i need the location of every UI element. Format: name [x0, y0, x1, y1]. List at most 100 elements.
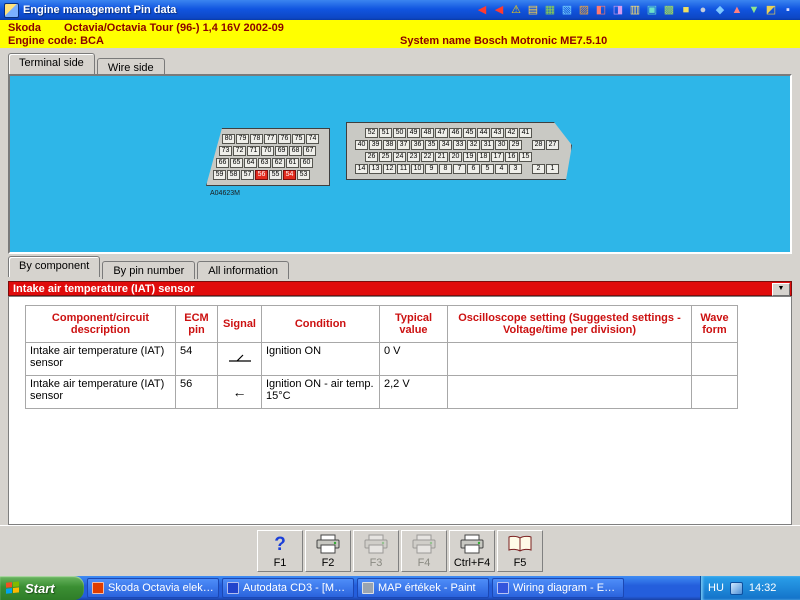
pin-21[interactable]: 21	[435, 152, 448, 162]
pin-60[interactable]: 60	[300, 158, 313, 168]
pin-6[interactable]: 6	[467, 164, 480, 174]
pin-67[interactable]: 67	[303, 146, 316, 156]
fn-help-button[interactable]: ? F1	[257, 530, 303, 572]
taskbar-item[interactable]: Skoda Octavia elektr...	[87, 578, 219, 598]
pin-50[interactable]: 50	[393, 128, 406, 138]
tab-by-pin-number[interactable]: By pin number	[102, 261, 196, 279]
component-location-icon[interactable]: ▨	[576, 3, 592, 17]
pin-75[interactable]: 75	[292, 134, 305, 144]
pin-12[interactable]: 12	[383, 164, 396, 174]
pin-5[interactable]: 5	[481, 164, 494, 174]
repair-times-icon[interactable]: ▥	[627, 3, 643, 17]
pin-49[interactable]: 49	[407, 128, 420, 138]
pin-62[interactable]: 62	[272, 158, 285, 168]
pin-78[interactable]: 78	[250, 134, 263, 144]
pin-56[interactable]: 56	[255, 170, 268, 180]
lubricants-icon[interactable]: ■	[678, 3, 694, 17]
pin-44[interactable]: 44	[477, 128, 490, 138]
taskbar-item[interactable]: Wiring diagram - Engi...	[492, 578, 624, 598]
pin-28[interactable]: 28	[532, 140, 545, 150]
technical-specs-icon[interactable]: ▦	[542, 3, 558, 17]
start-button[interactable]: Start	[0, 576, 84, 600]
pin-2[interactable]: 2	[532, 164, 545, 174]
tyres-icon[interactable]: ●	[695, 3, 711, 17]
tab-all-information[interactable]: All information	[197, 261, 289, 279]
pin-14[interactable]: 14	[355, 164, 368, 174]
tab-terminal-side[interactable]: Terminal side	[8, 53, 95, 74]
pin-54[interactable]: 54	[283, 170, 296, 180]
nav-back-icon[interactable]: ◀	[474, 3, 490, 17]
pin-11[interactable]: 11	[397, 164, 410, 174]
pin-68[interactable]: 68	[289, 146, 302, 156]
pin-51[interactable]: 51	[379, 128, 392, 138]
pin-42[interactable]: 42	[505, 128, 518, 138]
service-schedules-icon[interactable]: ◨	[610, 3, 626, 17]
pin-39[interactable]: 39	[369, 140, 382, 150]
pin-18[interactable]: 18	[477, 152, 490, 162]
pin-10[interactable]: 10	[411, 164, 424, 174]
pin-76[interactable]: 76	[278, 134, 291, 144]
pin-63[interactable]: 63	[258, 158, 271, 168]
pin-27[interactable]: 27	[546, 140, 559, 150]
pin-70[interactable]: 70	[261, 146, 274, 156]
wiring-diagrams-icon[interactable]: ▧	[559, 3, 575, 17]
airbags-icon[interactable]: ▲	[729, 3, 745, 17]
dropdown-arrow-icon[interactable]: ▼	[772, 283, 790, 296]
pin-43[interactable]: 43	[491, 128, 504, 138]
pin-9[interactable]: 9	[425, 164, 438, 174]
fn-manual-button[interactable]: F5	[497, 530, 543, 572]
pin-7[interactable]: 7	[453, 164, 466, 174]
pin-40[interactable]: 40	[355, 140, 368, 150]
pin-20[interactable]: 20	[449, 152, 462, 162]
pin-80[interactable]: 80	[222, 134, 235, 144]
pin-19[interactable]: 19	[463, 152, 476, 162]
timing-belts-icon[interactable]: ▼	[746, 3, 762, 17]
tab-by-component[interactable]: By component	[8, 256, 101, 277]
pin-64[interactable]: 64	[244, 158, 257, 168]
pin-71[interactable]: 71	[247, 146, 260, 156]
manual-icon[interactable]: ▪	[780, 3, 796, 17]
pin-30[interactable]: 30	[495, 140, 508, 150]
fn-print-setup-button[interactable]: Ctrl+F4	[449, 530, 495, 572]
taskbar-item[interactable]: MAP értékek - Paint	[357, 578, 489, 598]
pin-32[interactable]: 32	[467, 140, 480, 150]
pin-52[interactable]: 52	[365, 128, 378, 138]
key-programming-icon[interactable]: ◩	[763, 3, 779, 17]
warning-icon[interactable]: ⚠	[508, 3, 524, 17]
taskbar-item[interactable]: Autodata CD3 - [Mod...	[222, 578, 354, 598]
pin-31[interactable]: 31	[481, 140, 494, 150]
diagnostics-icon[interactable]: ▣	[644, 3, 660, 17]
pin-17[interactable]: 17	[491, 152, 504, 162]
pin-25[interactable]: 25	[379, 152, 392, 162]
pin-65[interactable]: 65	[230, 158, 243, 168]
pin-41[interactable]: 41	[519, 128, 532, 138]
pin-38[interactable]: 38	[383, 140, 396, 150]
fuse-relay-icon[interactable]: ◧	[593, 3, 609, 17]
language-indicator[interactable]: HU	[708, 582, 724, 594]
pin-29[interactable]: 29	[509, 140, 522, 150]
pin-66[interactable]: 66	[216, 158, 229, 168]
pin-15[interactable]: 15	[519, 152, 532, 162]
pin-33[interactable]: 33	[453, 140, 466, 150]
pin-22[interactable]: 22	[421, 152, 434, 162]
pin-36[interactable]: 36	[411, 140, 424, 150]
pin-74[interactable]: 74	[306, 134, 319, 144]
component-selector[interactable]: Intake air temperature (IAT) sensor ▼	[8, 281, 792, 296]
pin-46[interactable]: 46	[449, 128, 462, 138]
pin-73[interactable]: 73	[219, 146, 232, 156]
vehicle-data-icon[interactable]: ▤	[525, 3, 541, 17]
pin-3[interactable]: 3	[509, 164, 522, 174]
fn-print-button[interactable]: F2	[305, 530, 351, 572]
tray-icon[interactable]	[729, 581, 743, 595]
air-conditioning-icon[interactable]: ◆	[712, 3, 728, 17]
pin-35[interactable]: 35	[425, 140, 438, 150]
pin-72[interactable]: 72	[233, 146, 246, 156]
pin-48[interactable]: 48	[421, 128, 434, 138]
nav-previous-icon[interactable]: ◀	[491, 3, 507, 17]
pin-23[interactable]: 23	[407, 152, 420, 162]
pin-77[interactable]: 77	[264, 134, 277, 144]
pin-79[interactable]: 79	[236, 134, 249, 144]
pin-69[interactable]: 69	[275, 146, 288, 156]
pin-1[interactable]: 1	[546, 164, 559, 174]
pin-59[interactable]: 59	[213, 170, 226, 180]
